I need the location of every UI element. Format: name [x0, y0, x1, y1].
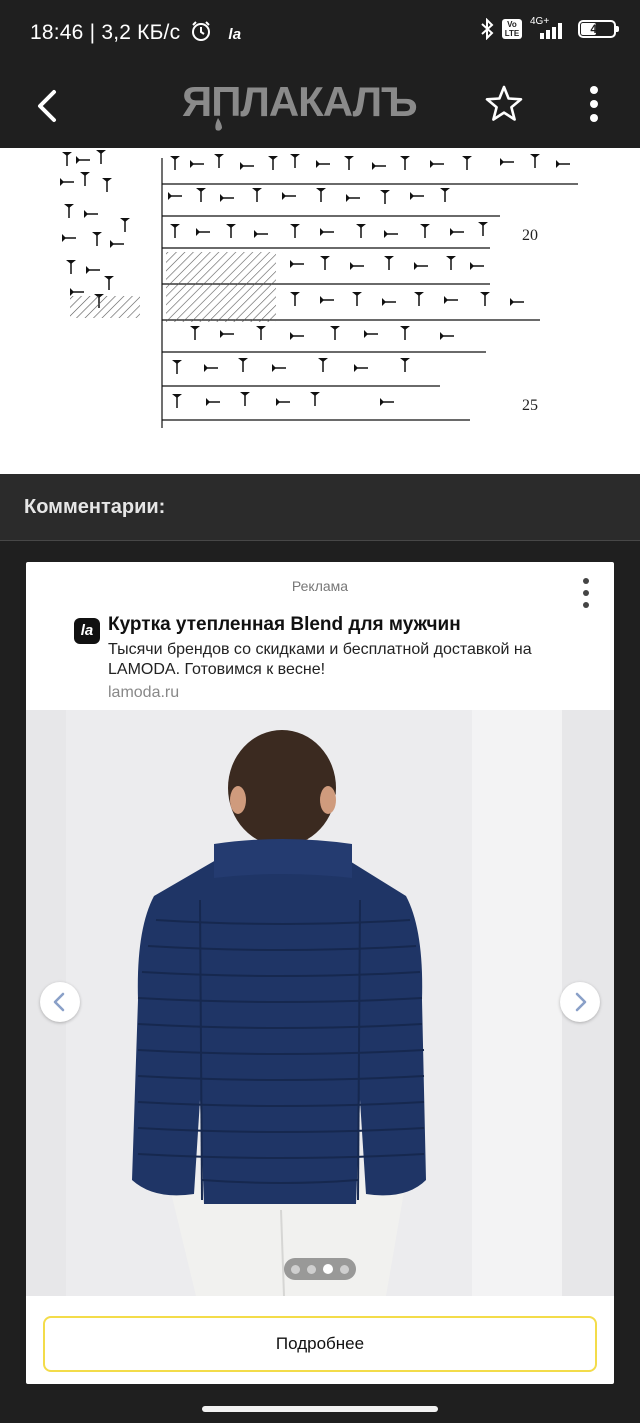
battery-icon: 45	[578, 20, 619, 38]
favorite-button[interactable]	[482, 82, 526, 126]
app-bar: ЯПЛАКАЛЪ	[0, 64, 640, 148]
star-icon	[485, 85, 523, 121]
volte-icon: Vo LTE	[502, 19, 522, 39]
back-arrow-icon	[38, 90, 56, 122]
comments-header: Комментарии:	[0, 474, 640, 541]
chevron-right-icon	[575, 992, 587, 1012]
bluetooth-icon	[481, 18, 494, 40]
status-icons: Vo LTE 4G+ 45	[480, 16, 619, 40]
chevron-left-icon	[53, 992, 65, 1012]
ad-details-button[interactable]: Подробнее	[43, 1316, 597, 1372]
comments-title: Комментарии:	[24, 496, 166, 518]
advertiser-logo: la	[74, 618, 100, 644]
clock: 18:46	[30, 21, 84, 44]
cuneiform-drawing: 20 25	[59, 149, 578, 428]
carousel-dot-active[interactable]	[323, 1264, 333, 1274]
alarm-icon	[192, 21, 211, 41]
post-image-cuneiform: 20 25	[0, 148, 640, 474]
status-time: 18:46 | 3,2 КБ/с la	[30, 21, 242, 44]
back-button[interactable]	[30, 84, 70, 128]
carousel-prev-button[interactable]	[40, 982, 80, 1022]
more-vertical-icon	[590, 86, 598, 122]
more-vertical-icon	[583, 578, 589, 608]
left-column-signs	[59, 149, 140, 318]
ad-description: Тысячи брендов со скидками и бесплатной …	[108, 641, 532, 678]
overflow-menu-button[interactable]	[580, 82, 608, 126]
carousel-dot[interactable]	[340, 1264, 349, 1274]
signal-icon: 4G+	[530, 16, 564, 40]
ad-card[interactable]: Реклама la Куртка утепленная Blend для м…	[26, 562, 614, 1384]
app-notification-icon: la	[228, 26, 242, 43]
carousel-indicator	[284, 1258, 356, 1280]
ad-title[interactable]: Куртка утепленная Blend для мужчин	[108, 614, 461, 636]
carousel-dot[interactable]	[307, 1264, 316, 1274]
line-number-20: 20	[522, 227, 538, 244]
site-logo[interactable]: ЯПЛАКАЛЪ	[180, 74, 460, 134]
jacket-photo	[26, 710, 614, 1296]
system-nav-bar	[0, 1396, 640, 1423]
ad-domain[interactable]: lamoda.ru	[108, 684, 179, 702]
carousel-dot[interactable]	[291, 1264, 300, 1274]
line-number-25: 25	[522, 397, 538, 414]
svg-text:ЯПЛАКАЛЪ: ЯПЛАКАЛЪ	[182, 78, 417, 125]
carousel-next-button[interactable]	[560, 982, 600, 1022]
ad-menu-button[interactable]	[576, 576, 596, 612]
ad-carousel-image[interactable]	[26, 710, 614, 1296]
status-bar: 18:46 | 3,2 КБ/с la Vo LTE 4G+ 45	[0, 0, 640, 64]
ad-label: Реклама	[291, 578, 349, 594]
net-speed: 3,2 КБ/с	[101, 21, 181, 44]
home-gesture-handle[interactable]	[202, 1406, 438, 1412]
